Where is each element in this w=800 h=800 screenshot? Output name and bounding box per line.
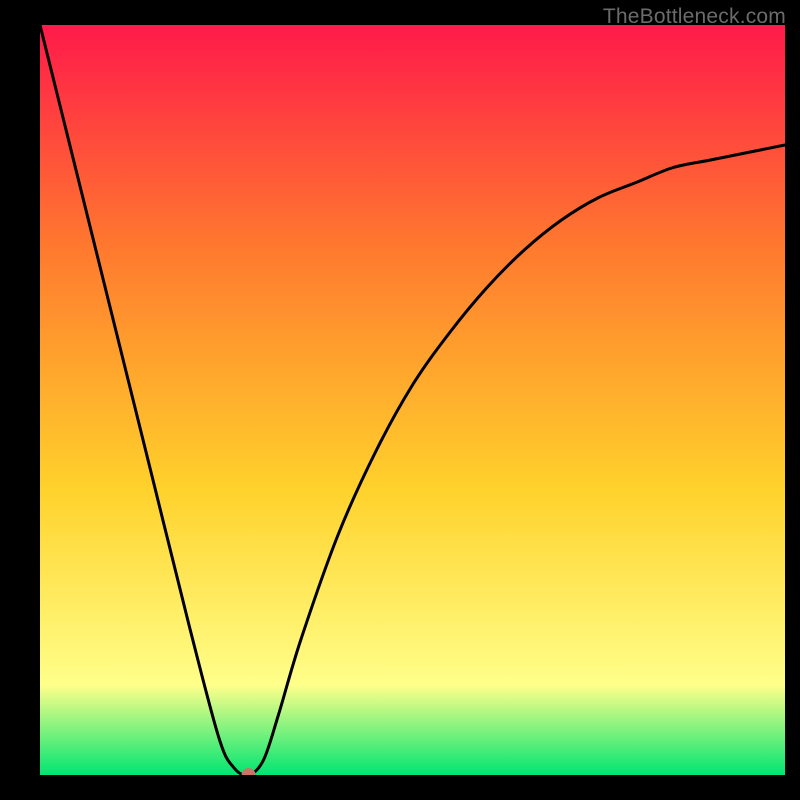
watermark-text: TheBottleneck.com — [603, 5, 786, 29]
chart-frame: TheBottleneck.com — [0, 0, 800, 800]
plot-area — [40, 25, 785, 775]
chart-svg — [40, 25, 785, 775]
gradient-background — [40, 25, 785, 775]
